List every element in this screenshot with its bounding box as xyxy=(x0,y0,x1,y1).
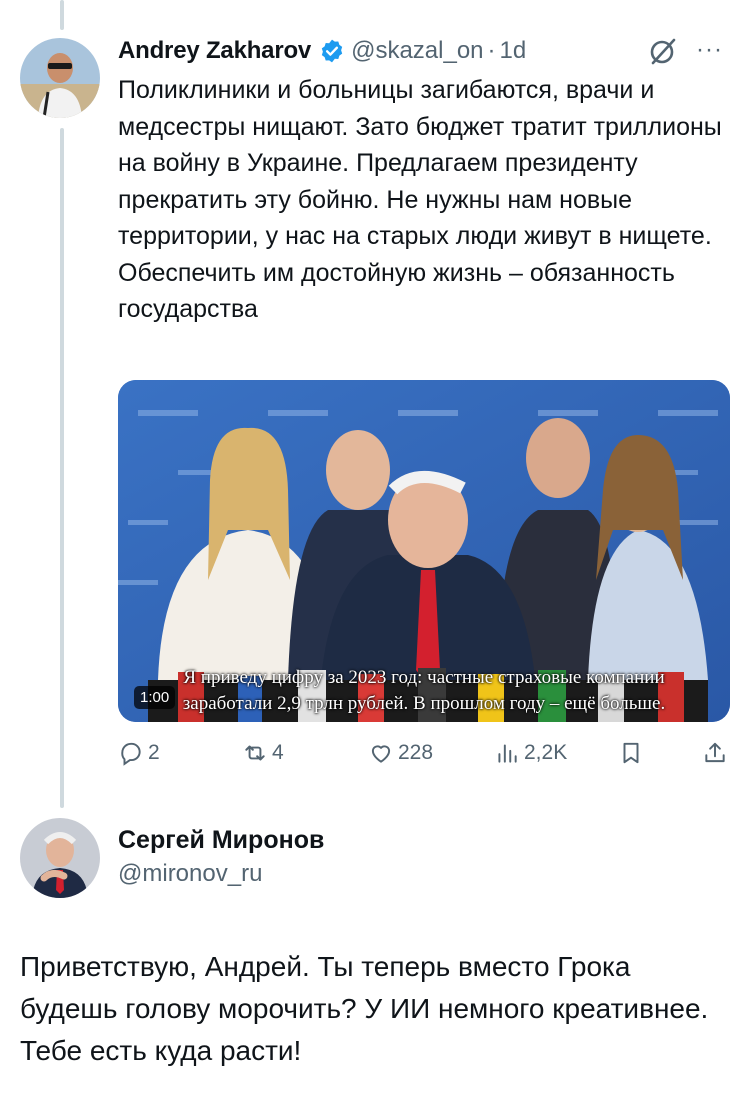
tweet-text: Поликлиники и больницы загибаются, врачи… xyxy=(118,76,722,323)
bookmark-button[interactable] xyxy=(618,740,648,766)
repost-button[interactable]: 4 xyxy=(242,740,284,766)
like-count: 228 xyxy=(398,741,434,764)
video-subtitle-line-1: Я приведу цифру за 2023 год: частные стр… xyxy=(183,667,665,688)
bookmark-icon xyxy=(623,742,639,764)
tweet-header: Andrey Zakharov @skazal_on · 1d xyxy=(118,34,730,68)
reply-author-name[interactable]: Сергей Миронов xyxy=(118,826,324,855)
share-button[interactable] xyxy=(702,740,732,766)
separator-dot: · xyxy=(487,37,496,64)
thread-line-top xyxy=(60,0,64,30)
heart-icon xyxy=(371,745,391,763)
reply-author-handle[interactable]: @mironov_ru xyxy=(118,860,262,888)
reply-count: 2 xyxy=(148,741,160,764)
share-icon xyxy=(705,742,725,763)
reply-button[interactable]: 2 xyxy=(118,740,160,766)
views-count: 2,2K xyxy=(524,741,568,764)
repost-count: 4 xyxy=(272,741,284,764)
tweet-actions: 2 4 228 2,2K xyxy=(118,740,730,770)
more-options-icon[interactable]: ··· xyxy=(696,38,723,62)
tweet-video[interactable]: Я приведу цифру за 2023 год: частные стр… xyxy=(118,380,730,722)
tweet-author-handle[interactable]: @skazal_on xyxy=(351,37,483,65)
video-subtitle-line-2: заработали 2,9 трлн рублей. В прошлом го… xyxy=(182,693,666,714)
tweet-author-name[interactable]: Andrey Zakharov xyxy=(118,37,311,65)
views-icon xyxy=(498,744,517,763)
avatar-mironov[interactable] xyxy=(20,818,100,898)
views-button[interactable]: 2,2K xyxy=(494,740,567,766)
reply-icon xyxy=(121,742,141,766)
like-button[interactable]: 228 xyxy=(368,740,433,766)
avatar-andrey[interactable] xyxy=(20,38,100,118)
tweet-timestamp[interactable]: 1d xyxy=(500,37,527,65)
reply-text: Приветствую, Андрей. Ты теперь вместо Гр… xyxy=(20,951,709,1066)
thread-line xyxy=(60,128,64,808)
avatar-andrey-image xyxy=(20,38,100,118)
grok-icon[interactable] xyxy=(648,36,678,66)
avatar-mironov-image xyxy=(20,818,100,898)
verified-badge-icon xyxy=(319,38,345,64)
repost-icon xyxy=(245,745,265,761)
video-duration-badge: 1:00 xyxy=(134,686,176,709)
